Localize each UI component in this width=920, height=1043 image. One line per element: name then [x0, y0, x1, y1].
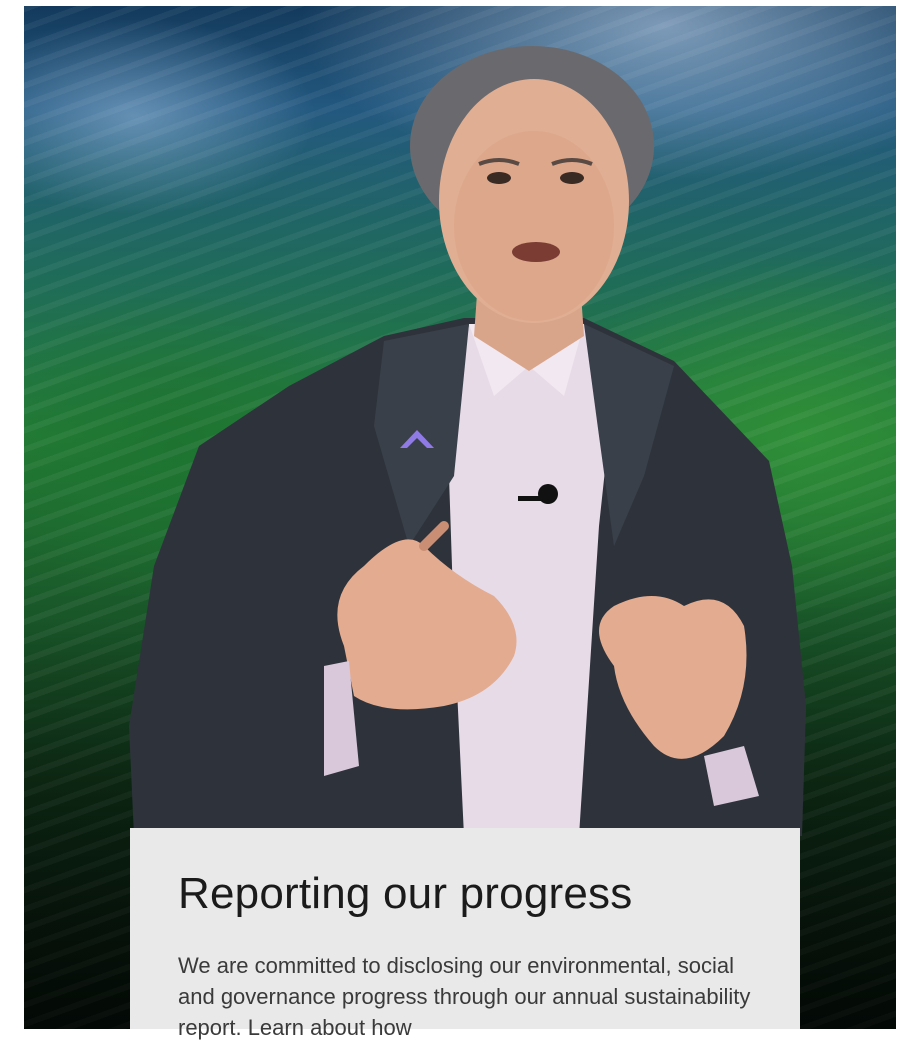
card-title: Reporting our progress: [178, 869, 633, 918]
reporting-card: Reporting our progress We are committed …: [130, 828, 800, 1040]
card-body-text: We are committed to disclosing our envir…: [178, 953, 751, 1040]
